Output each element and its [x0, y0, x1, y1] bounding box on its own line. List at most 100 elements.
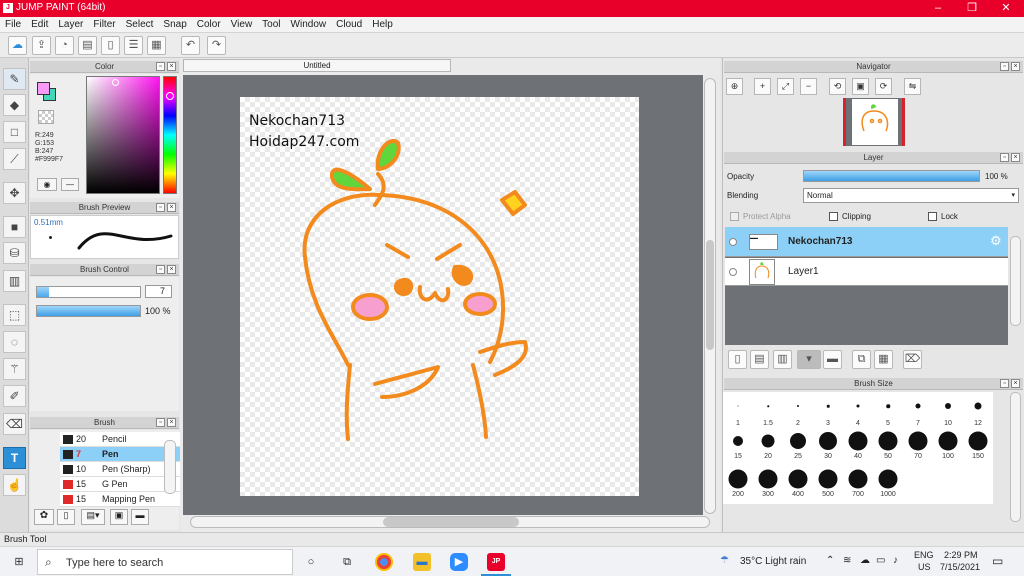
task-view-icon[interactable]: ⧉	[338, 553, 356, 571]
select-pen-icon[interactable]: ✐	[3, 385, 26, 407]
layer-opacity-slider[interactable]	[803, 170, 980, 182]
menu-filter[interactable]: Filter	[88, 17, 120, 33]
horizontal-scroll-thumb[interactable]	[383, 517, 519, 527]
rotate-right-icon[interactable]: ⟳	[875, 78, 892, 95]
brush-size-option[interactable]: 4	[843, 394, 873, 428]
network-icon[interactable]: ≋	[843, 555, 851, 566]
saturation-value-picker[interactable]	[86, 76, 160, 194]
layer-mask-icon[interactable]: ▦	[874, 350, 893, 369]
brush-size-option[interactable]: 1	[723, 394, 753, 428]
flip-icon[interactable]: ⇋	[904, 78, 921, 95]
brush-settings-icon[interactable]: ▣	[110, 509, 128, 525]
text-tool-icon[interactable]: T	[3, 447, 26, 469]
duplicate-layer-icon[interactable]: ▥	[773, 350, 792, 369]
gradient-tool-icon[interactable]: ▥	[3, 270, 26, 292]
clock-time[interactable]: 2:29 PM	[944, 550, 978, 560]
new-brush-icon[interactable]: ▯	[57, 509, 75, 525]
document-tab[interactable]: Untitled	[183, 59, 451, 72]
panel-close-icon[interactable]: ×	[167, 62, 176, 71]
fill-rect-tool-icon[interactable]: ■	[3, 216, 26, 238]
clock-date[interactable]: 7/15/2021	[940, 562, 980, 572]
list-icon[interactable]: ☰	[124, 36, 143, 55]
menu-snap[interactable]: Snap	[158, 17, 191, 33]
notification-icon[interactable]: ▭	[992, 554, 1003, 568]
menu-layer[interactable]: Layer	[53, 17, 88, 33]
brush-size-option[interactable]: 400	[783, 466, 813, 500]
zoom-icon[interactable]: ⊕	[726, 78, 743, 95]
rectangle-tool-icon[interactable]: □	[3, 121, 26, 143]
language-indicator-1[interactable]: ENG	[914, 550, 934, 560]
gear-icon[interactable]: ⚙	[990, 233, 1002, 249]
close-button[interactable]: ✕	[989, 0, 1023, 17]
brush-size-option[interactable]: 25	[783, 428, 813, 462]
new-layer-copy-icon[interactable]: ▤	[750, 350, 769, 369]
rotate-left-icon[interactable]: ⟲	[829, 78, 846, 95]
brush-size-option[interactable]: 1000	[873, 466, 903, 500]
reset-rotate-icon[interactable]: ▣	[852, 78, 869, 95]
trash-icon[interactable]: ⌦	[903, 350, 922, 369]
merge-layer-icon[interactable]: ⧉	[852, 350, 871, 369]
menu-tool[interactable]: Tool	[257, 17, 285, 33]
brush-size-option[interactable]: 100	[933, 428, 963, 462]
brush-add-icon[interactable]: ✿	[34, 509, 54, 525]
select-eraser-icon[interactable]: ⌫	[3, 413, 26, 435]
brush-size-option[interactable]: 70	[903, 428, 933, 462]
brush-tool-icon[interactable]: ✎	[3, 68, 26, 90]
brush-size-slider[interactable]	[36, 286, 141, 298]
magic-wand-icon[interactable]: ⚚	[3, 358, 26, 380]
hue-slider[interactable]	[163, 76, 177, 194]
brush-size-option[interactable]: 700	[843, 466, 873, 500]
eye-icon[interactable]	[729, 238, 737, 246]
panel-close-icon[interactable]: ×	[167, 203, 176, 212]
lasso-select-icon[interactable]: ◌	[3, 331, 26, 353]
battery-icon[interactable]: ▭	[876, 555, 885, 566]
menu-edit[interactable]: Edit	[26, 17, 53, 33]
zoom-out-icon[interactable]: −	[800, 78, 817, 95]
clipping-checkbox[interactable]	[829, 212, 838, 221]
minus-icon[interactable]: —	[61, 178, 79, 191]
brush-size-option[interactable]: 20	[753, 428, 783, 462]
chrome-icon[interactable]	[375, 553, 393, 571]
brush-size-option[interactable]: 500	[813, 466, 843, 500]
panel-close-icon[interactable]: ×	[1011, 379, 1020, 388]
cloud-sync-icon[interactable]: ☁	[860, 555, 870, 566]
brush-size-option[interactable]: 10	[933, 394, 963, 428]
layer-folder-icon[interactable]: ▬	[823, 350, 842, 369]
undock-icon[interactable]: ▫	[156, 62, 165, 71]
brush-size-option[interactable]: 50	[873, 428, 903, 462]
brush-size-option[interactable]: 40	[843, 428, 873, 462]
eye-icon[interactable]	[729, 268, 737, 276]
brush-size-option[interactable]: 200	[723, 466, 753, 500]
weather-text[interactable]: 35°C Light rain	[740, 556, 806, 567]
layer-list-scrollbar[interactable]	[1010, 236, 1021, 326]
line-tool-icon[interactable]: ⟋	[3, 148, 26, 170]
redo-icon[interactable]: ↷	[207, 36, 226, 55]
undock-icon[interactable]: ▫	[156, 265, 165, 274]
undo-icon[interactable]: ↶	[181, 36, 200, 55]
brush-item-mapping-pen[interactable]: 15 Mapping Pen	[60, 492, 192, 507]
tray-chevron-icon[interactable]: ⌃	[826, 555, 834, 566]
layer-row-layer1[interactable]: Layer1	[725, 258, 1008, 286]
brush-size-option[interactable]: 2	[783, 394, 813, 428]
panel-close-icon[interactable]: ×	[167, 418, 176, 427]
brush-size-option[interactable]: 12	[963, 394, 993, 428]
primary-color-swatch[interactable]	[37, 82, 50, 95]
fit-icon[interactable]: ⤢	[777, 78, 794, 95]
move-tool-icon[interactable]: ✥	[3, 182, 26, 204]
brush-size-option[interactable]: 5	[873, 394, 903, 428]
brush-size-option[interactable]: 150	[963, 428, 993, 462]
brush-size-scrollbar[interactable]	[1010, 392, 1021, 522]
menu-cloud[interactable]: Cloud	[331, 17, 367, 33]
bucket-tool-icon[interactable]: ⛁	[3, 242, 26, 264]
windows-start-icon[interactable]: ⊞	[10, 553, 28, 571]
brush-size-option[interactable]: 30	[813, 428, 843, 462]
new-layer-icon[interactable]: ▯	[728, 350, 747, 369]
undock-icon[interactable]: ▫	[1000, 62, 1009, 71]
layer-menu-icon[interactable]: ▾	[797, 350, 821, 369]
menu-help[interactable]: Help	[367, 17, 398, 33]
page-icon[interactable]: ▯	[101, 36, 120, 55]
cloud-icon[interactable]: ☁	[8, 36, 27, 55]
layer-row-nekochan713[interactable]: ▬▬ Nekochan713 ⚙	[725, 227, 1008, 257]
rect-select-icon[interactable]: ⬚	[3, 304, 26, 326]
lock-checkbox[interactable]	[928, 212, 937, 221]
